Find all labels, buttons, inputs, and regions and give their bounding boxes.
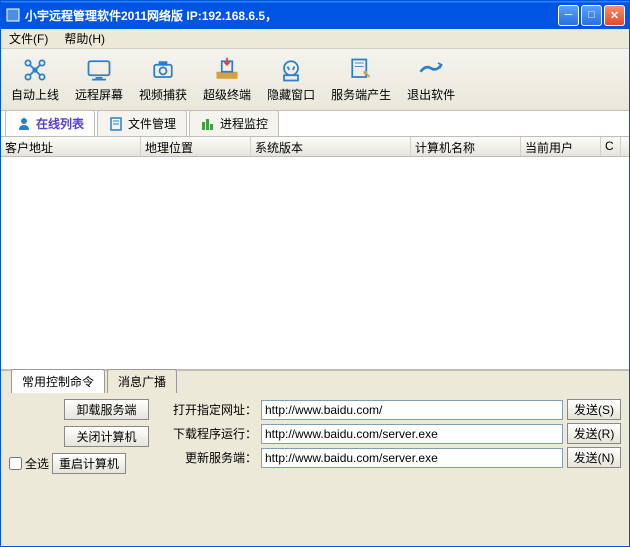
tab-label: 进程监控	[220, 115, 268, 132]
column-header[interactable]: 地理位置	[141, 137, 251, 156]
select-all-checkbox[interactable]	[9, 457, 22, 470]
download-run-input[interactable]	[261, 424, 563, 444]
update-server-label: 更新服务端：	[167, 449, 257, 466]
toolbar-label: 视频捕获	[139, 86, 187, 103]
column-header[interactable]: C	[601, 137, 621, 156]
download-run-label: 下载程序运行：	[167, 425, 257, 442]
column-header[interactable]: 系统版本	[251, 137, 411, 156]
column-header[interactable]: 客户地址	[1, 137, 141, 156]
update-server-send-button[interactable]: 发送(N)	[567, 447, 621, 468]
select-all-label: 全选	[25, 455, 49, 472]
bottom-tabs: 常用控制命令 消息广播	[1, 371, 629, 393]
gen-server-button[interactable]: 服务端产生	[327, 54, 395, 105]
tab-msg-broadcast[interactable]: 消息广播	[107, 369, 177, 393]
toolbar-label: 退出软件	[407, 86, 455, 103]
table-header: 客户地址地理位置系统版本计算机名称当前用户C	[1, 137, 629, 157]
exit-app-button[interactable]: 退出软件	[403, 54, 459, 105]
toolbar-label: 自动上线	[11, 86, 59, 103]
tab-online-list[interactable]: 在线列表	[5, 110, 95, 136]
control-row: 下载程序运行： 发送(R)	[167, 423, 621, 444]
bottom-content: 卸载服务端关闭计算机全选重启计算机 打开指定网址： 发送(S) 下载程序运行： 发送(…	[1, 393, 629, 482]
control-row: 打开指定网址： 发送(S)	[167, 399, 621, 420]
tab-file-mgr[interactable]: 文件管理	[97, 110, 187, 136]
video-capture-button[interactable]: 视频捕获	[135, 54, 191, 105]
titlebar: 小宇远程管理软件2011网络版 IP:192.168.6.5， ─ □ ✕	[1, 1, 629, 29]
menu-help[interactable]: 帮助(H)	[60, 29, 109, 48]
hide-window-button[interactable]: 隐藏窗口	[263, 54, 319, 105]
column-header[interactable]: 当前用户	[521, 137, 601, 156]
toolbar: 自动上线远程屏幕视频捕获超级终端隐藏窗口服务端产生退出软件	[1, 49, 629, 111]
bottom-pane: 常用控制命令 消息广播 卸载服务端关闭计算机全选重启计算机 打开指定网址： 发送(…	[1, 369, 629, 546]
mid-tabs: 在线列表 文件管理 进程监控	[1, 111, 629, 137]
shutdown-button[interactable]: 关闭计算机	[64, 426, 149, 447]
tab-proc-mon[interactable]: 进程监控	[189, 110, 279, 136]
remote-screen-button[interactable]: 远程屏幕	[71, 54, 127, 105]
open-url-send-button[interactable]: 发送(S)	[567, 399, 621, 420]
column-header[interactable]: 计算机名称	[411, 137, 521, 156]
app-window: 小宇远程管理软件2011网络版 IP:192.168.6.5， ─ □ ✕ 文件…	[0, 0, 630, 547]
download-run-send-button[interactable]: 发送(R)	[567, 423, 621, 444]
menu-file[interactable]: 文件(F)	[5, 29, 52, 48]
app-icon	[5, 7, 21, 23]
window-title: 小宇远程管理软件2011网络版 IP:192.168.6.5，	[25, 7, 558, 24]
super-terminal-button[interactable]: 超级终端	[199, 54, 255, 105]
toolbar-label: 远程屏幕	[75, 86, 123, 103]
control-row: 更新服务端： 发送(N)	[167, 447, 621, 468]
toolbar-label: 超级终端	[203, 86, 251, 103]
maximize-button[interactable]: □	[581, 5, 602, 26]
close-button[interactable]: ✕	[604, 5, 625, 26]
auto-online-button[interactable]: 自动上线	[7, 54, 63, 105]
table-body	[1, 157, 629, 369]
open-url-input[interactable]	[261, 400, 563, 420]
minimize-button[interactable]: ─	[558, 5, 579, 26]
unload-server-button[interactable]: 卸载服务端	[64, 399, 149, 420]
update-server-input[interactable]	[261, 448, 563, 468]
reboot-button[interactable]: 重启计算机	[52, 453, 126, 474]
toolbar-label: 隐藏窗口	[267, 86, 315, 103]
toolbar-label: 服务端产生	[331, 86, 391, 103]
bottom-spacer	[1, 482, 629, 546]
tab-label: 在线列表	[36, 115, 84, 132]
open-url-label: 打开指定网址：	[167, 401, 257, 418]
tab-common-cmd[interactable]: 常用控制命令	[11, 369, 105, 393]
menubar: 文件(F) 帮助(H)	[1, 29, 629, 49]
tab-label: 文件管理	[128, 115, 176, 132]
